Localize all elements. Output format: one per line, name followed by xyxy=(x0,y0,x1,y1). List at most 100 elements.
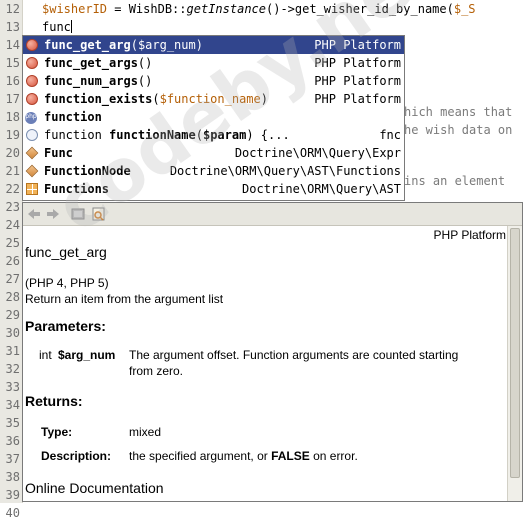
back-arrow-icon[interactable] xyxy=(26,206,42,222)
line-number: 18 xyxy=(5,110,20,124)
completion-item[interactable]: function_exists($function_name) PHP Platf… xyxy=(23,90,404,108)
completion-item-label: func_get_args() xyxy=(44,54,152,72)
line-number: 17 xyxy=(5,92,20,106)
function-dot-icon xyxy=(26,75,38,87)
return-false-keyword: FALSE xyxy=(271,449,310,463)
line-number: 19 xyxy=(5,128,20,142)
line-number: 40 xyxy=(5,506,20,520)
line-number: 21 xyxy=(5,164,20,178)
line-number: 37 xyxy=(5,452,20,466)
completion-name: func_get_arg xyxy=(44,38,131,52)
completion-item[interactable]: Func Doctrine\ORM\Query\Expr xyxy=(23,144,404,162)
function-dot-icon xyxy=(26,39,38,51)
completion-item[interactable]: Functions Doctrine\ORM\Query\AST xyxy=(23,180,404,198)
paren: ( xyxy=(152,92,160,106)
online-documentation-link[interactable]: Online Documentation xyxy=(25,480,164,496)
scrollbar-thumb[interactable] xyxy=(510,228,520,478)
line-number: 33 xyxy=(5,380,20,394)
completion-close: ) xyxy=(145,56,153,70)
line-number: 32 xyxy=(5,362,20,376)
param-description-cont: from zero. xyxy=(129,364,184,378)
completion-item[interactable]: func_get_args() PHP Platform xyxy=(23,54,404,72)
completion-item[interactable]: func_get_arg($arg_num) PHP Platform xyxy=(23,36,404,54)
code-token: = WishDB:: xyxy=(107,2,187,16)
completion-close: ) xyxy=(195,38,203,52)
completion-item[interactable]: func_num_args() PHP Platform xyxy=(23,72,404,90)
line-number: 28 xyxy=(5,290,20,304)
completion-item-label: func_get_arg($arg_num) xyxy=(44,36,203,54)
completion-item-label: function functionName($param) {... xyxy=(44,126,290,144)
documentation-popup[interactable]: PHP Platform func_get_arg (PHP 4, PHP 5)… xyxy=(22,202,523,502)
class-icon xyxy=(25,146,39,160)
table-icon xyxy=(26,183,38,195)
browser-icon[interactable] xyxy=(70,206,86,222)
completion-source: Doctrine\ORM\Query\AST\Functions xyxy=(169,164,401,178)
completion-name: functionName xyxy=(109,128,196,142)
code-line-12[interactable]: $wisherID = WishDB::getInstance()->get_w… xyxy=(42,0,476,18)
code-completion-popup[interactable]: func_get_arg($arg_num) PHP Platform func_g… xyxy=(22,35,405,201)
line-number: 26 xyxy=(5,254,20,268)
completion-source: Doctrine\ORM\Query\AST xyxy=(242,182,401,196)
doc-function-title: func_get_arg xyxy=(25,244,107,260)
completion-item[interactable]: php function xyxy=(23,108,404,126)
line-number: 23 xyxy=(5,200,20,214)
class-icon xyxy=(25,164,39,178)
argument-token: $_S xyxy=(453,2,476,16)
line-number: 31 xyxy=(5,344,20,358)
completion-params: $param xyxy=(202,128,247,142)
doc-toolbar xyxy=(23,203,522,226)
function-dot-icon xyxy=(26,57,38,69)
completion-item[interactable]: FunctionNode Doctrine\ORM\Query\AST\Funct… xyxy=(23,162,404,180)
completion-item[interactable]: function functionName($param) {... fnc xyxy=(23,126,404,144)
returns-heading: Returns: xyxy=(25,393,83,409)
line-number: 36 xyxy=(5,434,20,448)
completion-item-label: function_exists($function_name) xyxy=(44,90,268,108)
return-description-text: the specified argument, or xyxy=(129,449,272,463)
line-number: 14 xyxy=(5,38,20,52)
goto-source-icon[interactable] xyxy=(91,206,107,222)
completion-name: func_get_args xyxy=(44,56,138,70)
completion-name: func_num_args xyxy=(44,74,138,88)
typed-text: func xyxy=(42,20,71,34)
function-dot-icon xyxy=(26,93,38,105)
completion-name: FunctionNode xyxy=(44,164,131,178)
comment-fragment: ins an element xyxy=(404,174,506,188)
completion-close: ) {... xyxy=(246,128,290,142)
completion-name: function xyxy=(44,110,102,124)
line-number: 30 xyxy=(5,326,20,340)
completion-source: Doctrine\ORM\Query\Expr xyxy=(234,146,401,160)
completion-item-label: Functions xyxy=(44,180,109,198)
doc-summary: Return an item from the argument list xyxy=(25,292,224,306)
completion-source: PHP Platform xyxy=(314,74,401,88)
code-template-icon xyxy=(26,129,38,141)
completion-name: Func xyxy=(44,146,73,160)
completion-source: PHP Platform xyxy=(314,56,401,70)
param-description: The argument offset. Function arguments … xyxy=(129,348,459,362)
line-number: 35 xyxy=(5,416,20,430)
completion-params: $arg_num xyxy=(137,38,196,52)
completion-source: PHP Platform xyxy=(314,92,401,106)
line-number: 22 xyxy=(5,182,20,196)
line-number: 27 xyxy=(5,272,20,286)
completion-source: fnc xyxy=(379,128,401,142)
completion-source: PHP Platform xyxy=(314,38,401,52)
doc-content: PHP Platform func_get_arg (PHP 4, PHP 5)… xyxy=(23,226,508,501)
parameters-heading: Parameters: xyxy=(25,318,106,334)
comment-fragment: hich means that xyxy=(404,105,513,119)
forward-arrow-icon[interactable] xyxy=(45,206,61,222)
completion-name: Functions xyxy=(44,182,110,196)
line-number: 12 xyxy=(5,2,20,16)
completion-prefix: function xyxy=(44,128,110,142)
line-number: 38 xyxy=(5,470,20,484)
line-number: 15 xyxy=(5,56,20,70)
doc-platform-label: PHP Platform xyxy=(433,228,506,242)
completion-item-label: FunctionNode xyxy=(44,162,131,180)
paren: ( xyxy=(195,128,203,142)
return-description-text: on error. xyxy=(309,449,358,463)
paren: ( xyxy=(130,38,138,52)
line-number: 25 xyxy=(5,236,20,250)
return-description: the specified argument, or FALSE on erro… xyxy=(129,449,358,463)
code-line-13[interactable]: func xyxy=(42,18,72,36)
completion-item-label: func_num_args() xyxy=(44,72,152,90)
doc-scrollbar[interactable] xyxy=(507,226,522,501)
